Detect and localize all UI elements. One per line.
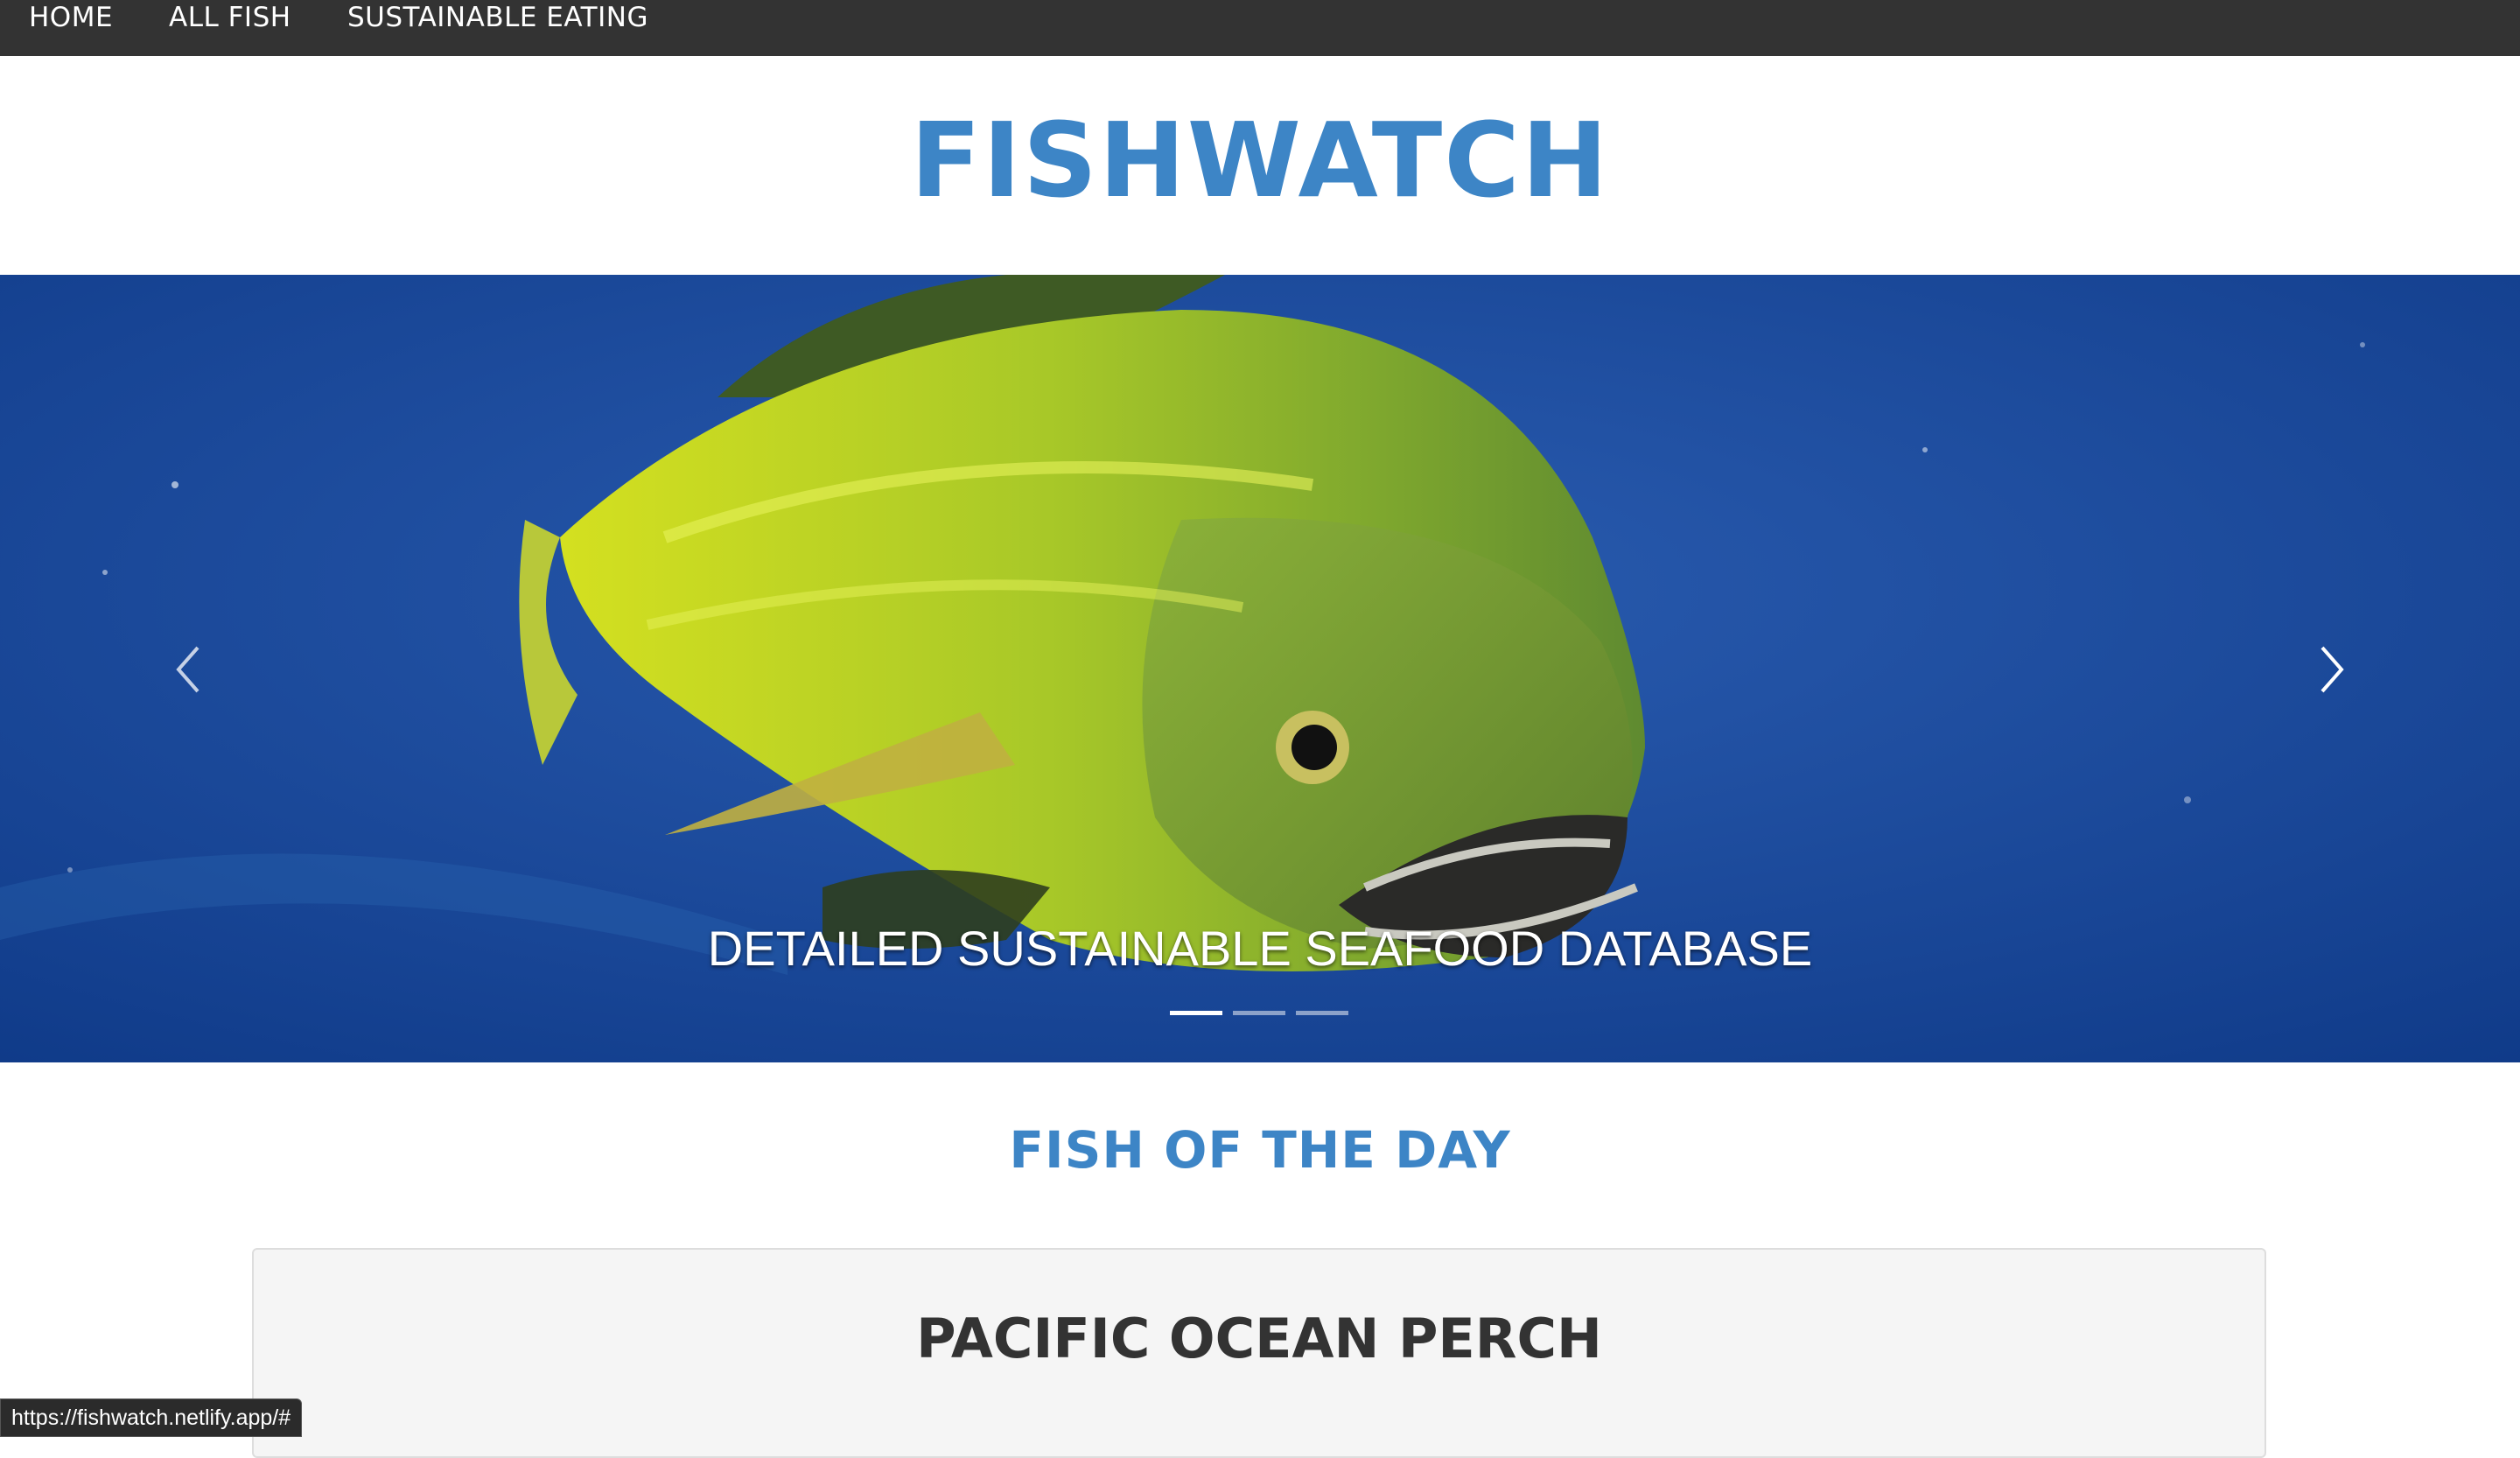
carousel-caption: DETAILED SUSTAINABLE SEAFOOD DATABASE [707,921,1813,976]
nav-link-sustainable-eating[interactable]: SUSTAINABLE EATING [347,0,648,35]
chevron-left-icon [176,646,200,693]
fish-name[interactable]: PACIFIC OCEAN PERCH [254,1297,2264,1381]
chevron-right-icon [2320,646,2344,693]
carousel-prev-control[interactable] [163,630,215,709]
section-heading-fish-of-the-day: FISH OF THE DAY [1009,1120,1511,1180]
carousel-next-control[interactable] [2305,630,2357,709]
nav-link-home[interactable]: HOME [29,0,113,35]
nav-link-all-fish[interactable]: ALL FISH [169,0,291,35]
carousel-indicator-2[interactable] [1233,1011,1285,1015]
carousel-indicator-3[interactable] [1296,1011,1348,1015]
fish-of-the-day-card[interactable]: PACIFIC OCEAN PERCH [252,1248,2266,1458]
site-title[interactable]: FISHWATCH [0,95,2520,226]
top-navbar: HOME ALL FISH SUSTAINABLE EATING [0,0,2520,56]
browser-status-bar: https://fishwatch.netlify.app/# [0,1398,303,1437]
carousel-indicator-1[interactable] [1170,1011,1222,1015]
